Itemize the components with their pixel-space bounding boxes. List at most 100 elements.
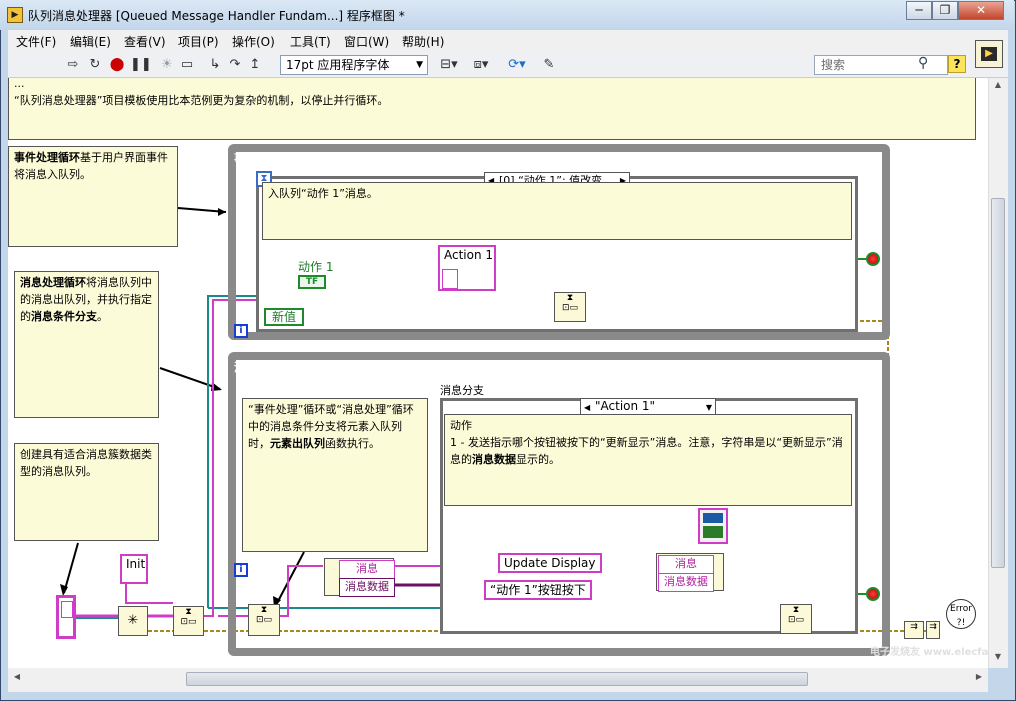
msg-loop-comment-bold2: 消息条件分支 bbox=[31, 310, 97, 323]
top-comment-line1: ... bbox=[14, 78, 25, 90]
message-cluster-constant[interactable] bbox=[698, 508, 728, 544]
scroll-down-icon[interactable]: ▼ bbox=[991, 652, 1005, 666]
release-queue-node[interactable]: ⇉ bbox=[904, 621, 924, 639]
menu-edit[interactable]: 编辑(E) bbox=[70, 33, 111, 50]
menu-file[interactable]: 文件(F) bbox=[16, 33, 56, 50]
cluster-element-icon bbox=[703, 526, 723, 538]
dequeue-element-node[interactable]: ⧗ ⊡▭ bbox=[248, 604, 280, 636]
dequeue-note-b: 函数执行。 bbox=[325, 437, 380, 450]
top-comment-line2: “队列消息处理器”项目模板使用比本范例更为复杂的机制，以停止并行循环。 bbox=[14, 94, 389, 107]
abort-icon[interactable]: ⬤ bbox=[108, 56, 126, 74]
block-diagram-canvas[interactable]: ... “队列消息处理器”项目模板使用比本范例更为复杂的机制，以停止并行循环。 … bbox=[8, 78, 988, 668]
message-case-selector[interactable]: "Action 1" ◀ ▼ bbox=[580, 398, 716, 415]
menu-operate[interactable]: 操作(O) bbox=[232, 33, 275, 50]
msg-wire bbox=[125, 583, 173, 604]
scroll-right-icon[interactable]: ▶ bbox=[972, 672, 986, 686]
action-description-comment: 动作 1 - 发送指示哪个按钮被按下的“更新显示”消息。注意，字符串是以“更新显… bbox=[444, 414, 852, 506]
watermark: 电子发烧友 www.elecfans.com bbox=[870, 647, 988, 658]
simple-error-handler-node[interactable]: Error ?! bbox=[946, 599, 976, 629]
menu-tools[interactable]: 工具(T) bbox=[290, 33, 331, 50]
init-constant-label: Init bbox=[126, 557, 146, 571]
labview-app-icon: ▶ bbox=[7, 7, 23, 23]
close-button[interactable]: ✕ bbox=[958, 1, 1004, 20]
event-loop-comment-bold: 事件处理循环 bbox=[14, 151, 80, 164]
arrow-head bbox=[218, 208, 226, 216]
font-select[interactable]: 17pt 应用程序字体 ▼ bbox=[280, 55, 428, 75]
unbundle-by-name-node[interactable]: 消息 消息数据 bbox=[324, 558, 395, 597]
step-over-icon[interactable]: ↷ bbox=[226, 56, 244, 74]
arrow-line bbox=[63, 542, 79, 594]
event-loop-iteration-terminal: i bbox=[234, 324, 248, 338]
update-display-constant[interactable]: Update Display bbox=[498, 553, 602, 573]
stop-condition-icon[interactable] bbox=[866, 252, 880, 266]
dequeue-note-comment: “事件处理”循环或“消息处理”循环中的消息条件分支将元素入队列时，元素出队列函数… bbox=[242, 398, 428, 552]
enqueue-element-node[interactable]: ⧗ ⊡▭ bbox=[554, 292, 586, 322]
align-objects-icon[interactable]: ⊟▾ bbox=[436, 56, 462, 74]
help-icon[interactable]: ? bbox=[948, 55, 966, 73]
msg-loop-comment-bold: 消息处理循环 bbox=[20, 276, 86, 289]
message-cluster-constant[interactable] bbox=[56, 595, 76, 639]
message-loop-iteration-terminal: i bbox=[234, 563, 248, 577]
cluster-element-icon bbox=[703, 513, 723, 523]
stop-condition-icon[interactable] bbox=[866, 587, 880, 601]
dequeue-note-bold: 元素出队列 bbox=[270, 437, 325, 450]
msg-loop-comment: 消息处理循环将消息队列中的消息出队列，并执行指定的消息条件分支。 bbox=[14, 271, 159, 418]
menu-window[interactable]: 窗口(W) bbox=[344, 33, 389, 50]
retain-wire-values-icon[interactable]: ▭ bbox=[178, 56, 196, 74]
init-constant[interactable]: Init bbox=[120, 554, 148, 584]
run-arrow-icon[interactable]: ⇨ bbox=[64, 56, 82, 74]
chevron-down-icon: ▼ bbox=[416, 60, 423, 70]
enqueue-element-node[interactable]: ⧗ ⊡▭ bbox=[780, 604, 812, 634]
msg-loop-comment-text2: 。 bbox=[97, 310, 108, 323]
search-icon[interactable]: ⚲ bbox=[918, 55, 936, 73]
horizontal-scroll-thumb[interactable] bbox=[186, 672, 808, 686]
obtain-queue-node[interactable]: ✳ bbox=[118, 606, 148, 636]
menu-project[interactable]: 项目(P) bbox=[178, 33, 219, 50]
minimize-button[interactable]: ─ bbox=[906, 1, 932, 20]
action1-constant[interactable]: Action 1 bbox=[438, 245, 496, 291]
merge-errors-node[interactable]: ⇉ bbox=[926, 621, 940, 639]
enqueue-init-node[interactable]: ⧗ ⊡▭ bbox=[173, 606, 204, 636]
chevron-down-icon[interactable]: ▼ bbox=[706, 400, 712, 415]
menu-bar: 文件(F) 编辑(E) 查看(V) 项目(P) 操作(O) 工具(T) 窗口(W… bbox=[8, 30, 1008, 52]
enqueue-action1-comment: 入队列“动作 1”消息。 bbox=[262, 182, 852, 240]
window-title: 队列消息处理器 [Queued Message Handler Fundam..… bbox=[28, 9, 405, 23]
step-out-icon[interactable]: ↥ bbox=[246, 56, 264, 74]
pause-icon[interactable]: ❚❚ bbox=[130, 56, 152, 74]
new-value-terminal[interactable]: 新值 bbox=[264, 308, 304, 326]
bundle-by-name-node[interactable]: 消息 消息数据 bbox=[656, 553, 724, 592]
action1-pressed-constant[interactable]: “动作 1”按钮按下 bbox=[484, 580, 592, 600]
unbundle-msg-label: 消息 bbox=[339, 560, 395, 579]
action-desc-b: 显示的。 bbox=[516, 453, 560, 466]
menu-view[interactable]: 查看(V) bbox=[124, 33, 166, 50]
selector-left-icon[interactable]: ◀ bbox=[584, 400, 590, 415]
run-continuous-icon[interactable]: ↻ bbox=[86, 56, 104, 74]
action1-constant-data bbox=[442, 269, 458, 289]
action-title: 动作 bbox=[450, 419, 472, 432]
arrow-line bbox=[159, 367, 221, 390]
message-case-selector-label: "Action 1" bbox=[595, 399, 656, 413]
step-into-icon[interactable]: ↳ bbox=[206, 56, 224, 74]
scroll-left-icon[interactable]: ◀ bbox=[10, 672, 24, 686]
vertical-scroll-thumb[interactable] bbox=[991, 198, 1005, 568]
restore-button[interactable]: ❐ bbox=[932, 1, 958, 20]
action1-boolean-terminal[interactable]: TF bbox=[298, 275, 326, 289]
font-select-value: 17pt 应用程序字体 bbox=[286, 58, 390, 72]
toolbar: ⇨ ↻ ⬤ ❚❚ ☀ ▭ ↳ ↷ ↥ 17pt 应用程序字体 ▼ ⊟▾ ⧈▾ ⟳… bbox=[8, 52, 1008, 78]
action1-constant-label: Action 1 bbox=[444, 248, 494, 262]
action1-control-label: 动作 1 bbox=[298, 260, 334, 274]
bundle-msg-label: 消息 bbox=[658, 555, 714, 574]
action-desc-bold: 消息数据 bbox=[472, 453, 516, 466]
vi-icon[interactable]: ▶ bbox=[975, 40, 1003, 68]
clean-diagram-icon[interactable]: ✎ bbox=[538, 56, 560, 74]
highlight-execution-icon[interactable]: ☀ bbox=[158, 56, 176, 74]
menu-help[interactable]: 帮助(H) bbox=[402, 33, 444, 50]
vi-icon-glyph: ▶ bbox=[981, 47, 997, 61]
top-comment: ... “队列消息处理器”项目模板使用比本范例更为复杂的机制，以停止并行循环。 bbox=[8, 78, 976, 140]
distribute-objects-icon[interactable]: ⧈▾ bbox=[468, 56, 494, 74]
scroll-up-icon[interactable]: ▲ bbox=[991, 80, 1005, 94]
create-queue-comment: 创建具有适合消息簇数据类型的消息队列。 bbox=[14, 443, 159, 541]
event-loop-comment: 事件处理循环基于用户界面事件将消息入队列。 bbox=[8, 146, 178, 247]
reorder-icon[interactable]: ⟳▾ bbox=[504, 56, 530, 74]
message-loop-label: 消息处理循环 bbox=[234, 361, 300, 374]
